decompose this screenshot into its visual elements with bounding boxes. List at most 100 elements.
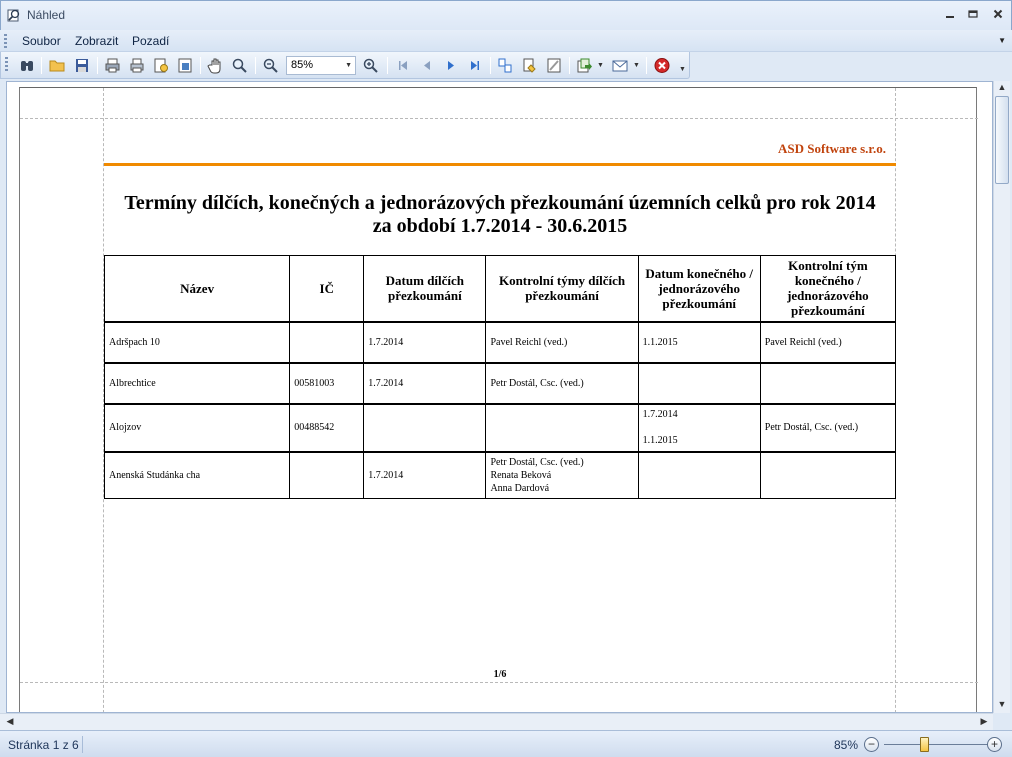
chevron-down-icon[interactable]: ▼	[345, 62, 352, 69]
cell-tymy-dilci	[485, 402, 639, 452]
export-button[interactable]	[575, 56, 595, 75]
email-dropdown-icon[interactable]: ▼	[633, 62, 640, 69]
zoom-combobox[interactable]: 85% ▼	[286, 56, 356, 75]
cell-datum-dilci: 1.7.2014	[363, 320, 487, 363]
floppy-disk-icon	[76, 59, 88, 72]
zoom-in-button[interactable]	[361, 56, 381, 75]
final-date: 1.1.2015	[642, 435, 678, 446]
col-header-tym-konecneho: Kontrolní tým konečného / jednorázového …	[759, 255, 897, 322]
cell-ic: 00488542	[289, 402, 365, 452]
cell-tymy-dilci: Petr Dostál, Csc. (ved.)	[485, 361, 639, 404]
cell-tym-konecny	[759, 450, 897, 499]
team-member: Petr Dostál, Csc. (ved.)	[490, 456, 584, 468]
cell-nazev: Alojzov	[103, 402, 291, 452]
scroll-right-icon[interactable]: ▶	[976, 716, 992, 727]
team-member: Petr Dostál, Csc. (ved.)	[490, 377, 584, 389]
company-name: ASD Software s.r.o.	[778, 141, 886, 156]
zoom-slider-thumb[interactable]	[920, 737, 929, 752]
zoom-out-slider-button[interactable]: −	[864, 737, 879, 752]
report-title: Termíny dílčích, konečných a jednorázový…	[104, 192, 896, 238]
quick-print-button[interactable]	[127, 56, 147, 75]
plus-icon: +	[990, 737, 998, 751]
cell-nazev: Anenská Studánka cha	[103, 450, 291, 499]
multiple-pages-icon	[498, 58, 512, 73]
table-row: Anenská Studánka cha 1.7.2014 Petr Dostá…	[103, 450, 897, 499]
vertical-scroll-thumb[interactable]	[995, 96, 1009, 184]
next-page-button[interactable]	[441, 56, 461, 75]
final-date: 1.1.2015	[642, 336, 678, 348]
scroll-left-icon[interactable]: ◀	[2, 716, 18, 727]
close-button[interactable]	[989, 7, 1007, 23]
zoom-slider-track[interactable]	[884, 744, 988, 745]
cell-tym-konecny: Pavel Reichl (ved.)	[759, 320, 897, 363]
export-dropdown-icon[interactable]: ▼	[597, 62, 604, 69]
report-page: ASD Software s.r.o. Termíny dílčích, kon…	[19, 87, 978, 712]
zoom-out-button[interactable]	[261, 56, 281, 75]
magnifier-icon	[232, 58, 247, 73]
scale-icon	[178, 58, 192, 73]
watermark-icon	[547, 58, 561, 73]
zoom-in-icon	[363, 58, 378, 73]
cell-datum-dilci: 1.7.2014	[363, 361, 487, 404]
previous-page-icon	[424, 61, 430, 70]
hand-icon	[207, 58, 221, 74]
vertical-scrollbar[interactable]: ▲ ▼	[993, 81, 1010, 713]
minimize-button[interactable]	[941, 7, 959, 23]
cell-datum-konecne: 1.7.2014 1.1.2015	[637, 402, 761, 452]
open-button[interactable]	[47, 56, 67, 75]
close-icon	[993, 9, 1003, 19]
last-page-button[interactable]	[465, 56, 485, 75]
envelope-icon	[612, 60, 628, 72]
margin-guide-top	[20, 118, 978, 119]
cell-datum-konecne: 1.1.2015	[637, 320, 761, 363]
maximize-button[interactable]	[964, 7, 982, 23]
toolbar: 85% ▼ ▼ ▼ ▼	[0, 52, 690, 79]
magnifier-button[interactable]	[230, 56, 250, 75]
menu-zobrazit[interactable]: Zobrazit	[75, 34, 118, 48]
page-number: 1/6	[493, 669, 507, 680]
watermark-button[interactable]	[544, 56, 564, 75]
find-button[interactable]	[17, 56, 37, 75]
page-setup-icon	[154, 58, 168, 73]
menu-pozadi[interactable]: Pozadí	[132, 34, 169, 48]
page-setup-button[interactable]	[151, 56, 171, 75]
cell-tymy-dilci: Petr Dostál, Csc. (ved.) Renata Beková A…	[485, 450, 639, 499]
scale-button[interactable]	[175, 56, 195, 75]
menu-grip[interactable]	[4, 34, 7, 48]
cell-tymy-dilci: Pavel Reichl (ved.)	[485, 320, 639, 363]
toolbar-overflow-icon[interactable]: ▼	[679, 66, 686, 73]
save-button[interactable]	[72, 56, 92, 75]
window-title: Náhled	[27, 8, 66, 22]
col-header-datum-dilcich: Datum dílčích přezkoumání	[363, 255, 487, 322]
binoculars-icon	[21, 61, 33, 71]
page-status: Stránka 1 z 6	[8, 738, 79, 752]
close-circle-icon	[654, 58, 670, 73]
zoom-in-slider-button[interactable]: +	[987, 737, 1002, 752]
hand-tool-button[interactable]	[206, 56, 226, 75]
close-preview-button[interactable]	[652, 56, 672, 75]
preview-area[interactable]: ASD Software s.r.o. Termíny dílčích, kon…	[6, 81, 993, 713]
first-page-button[interactable]	[393, 56, 413, 75]
scroll-down-icon[interactable]: ▼	[994, 699, 1010, 709]
cell-tym-konecny	[759, 361, 897, 404]
send-email-button[interactable]	[610, 56, 630, 75]
scroll-up-icon[interactable]: ▲	[994, 82, 1010, 92]
toolbar-grip[interactable]	[5, 57, 8, 71]
print-dialog-button[interactable]	[103, 56, 123, 75]
team-member: Anna Dardová	[490, 482, 550, 494]
status-bar: Stránka 1 z 6 85% − +	[0, 730, 1012, 757]
folder-open-icon	[49, 60, 65, 72]
previous-page-button[interactable]	[417, 56, 437, 75]
table-header-row: Název IČ Datum dílčích přezkoumání Kontr…	[103, 255, 897, 322]
zoom-out-icon	[263, 58, 278, 73]
menu-overflow-icon[interactable]: ▼	[998, 36, 1006, 45]
cell-nazev: Albrechtice	[103, 361, 291, 404]
multiple-pages-button[interactable]	[495, 56, 515, 75]
background-color-button[interactable]	[520, 56, 540, 75]
col-header-nazev: Název	[103, 255, 291, 322]
menu-soubor[interactable]: Soubor	[22, 34, 61, 48]
horizontal-scrollbar[interactable]: ◀ ▶	[0, 713, 993, 730]
printer-icon	[130, 58, 144, 73]
cell-datum-konecne	[637, 361, 761, 404]
cell-ic	[289, 450, 365, 499]
